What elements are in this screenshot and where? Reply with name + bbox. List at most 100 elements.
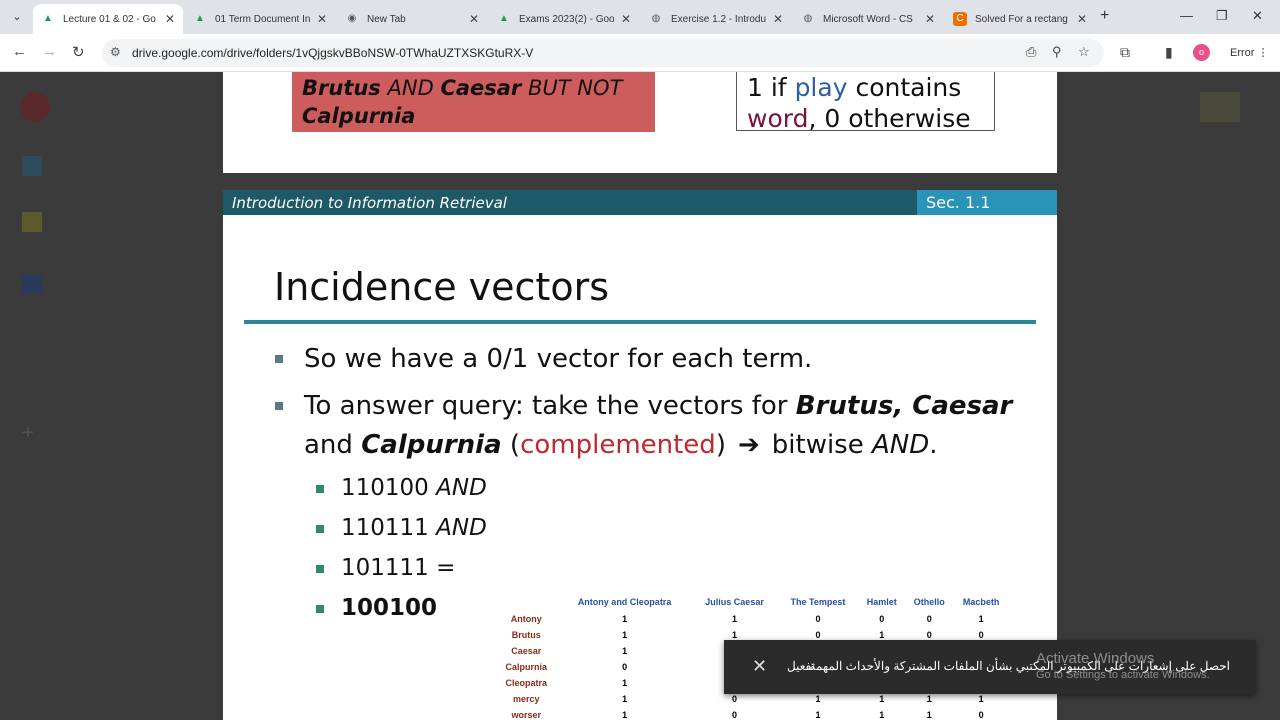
tab-strip: ⌄ ▲ Lecture 01 & 02 - Go ✕ ▲ 01 Term Documen…	[0, 0, 1280, 34]
plus-icon: +	[22, 422, 34, 444]
install-app-icon[interactable]: ⎙	[1026, 44, 1036, 60]
matrix-header-cell	[495, 593, 558, 611]
tab-close-icon[interactable]: ✕	[773, 12, 783, 26]
error-button[interactable]: Error ⋮	[1222, 42, 1277, 64]
course-title: Introduction to Information Retrieval	[232, 194, 507, 212]
browser-tab[interactable]: ▲ Exams 2023(2) - Goo ✕	[489, 4, 639, 34]
query-term-caesar: Caesar	[440, 76, 522, 100]
watermark-title: Activate Windows	[1036, 650, 1155, 667]
slide-header: Introduction to Information Retrieval Se…	[223, 190, 1057, 215]
globe-icon: ◍	[651, 13, 661, 24]
browser-tab[interactable]: ◍ Microsoft Word - CS ✕	[793, 4, 943, 34]
browser-tab[interactable]: ▲ 01 Term Document In ✕	[185, 4, 335, 34]
sub-bullet: 101111 =	[316, 555, 455, 581]
bit-operator: AND	[436, 515, 487, 541]
sub-bullet: 110111 AND	[316, 515, 487, 541]
tab-title: 01 Term Document In	[215, 13, 311, 25]
sub-bullet-result: 100100	[316, 595, 437, 621]
extensions-icon[interactable]: ⧉	[1120, 44, 1130, 61]
browser-tab[interactable]: ▲ Lecture 01 & 02 - Go ✕	[33, 4, 183, 34]
minimize-icon[interactable]: —	[1180, 8, 1193, 23]
matrix-cell: 0	[622, 662, 628, 672]
matrix-header-cell: Julius Caesar	[705, 597, 764, 607]
site-info-icon[interactable]: ⚙	[110, 45, 121, 59]
bullet-terms: Brutus, Caesar	[795, 391, 1013, 421]
query-operator-but-not: BUT NOT	[527, 76, 623, 100]
tab-title: Exams 2023(2) - Goo	[519, 13, 615, 25]
query-term-brutus: Brutus	[302, 76, 381, 100]
restore-icon[interactable]: ❐	[1216, 8, 1228, 24]
tab-title: New Tab	[367, 13, 406, 25]
close-window-icon[interactable]: ✕	[1252, 8, 1263, 24]
activate-windows-watermark: Activate Windows Go to Settings to activ…	[1036, 650, 1210, 681]
sub-bullet-icon	[316, 605, 324, 613]
matrix-cell: 1	[815, 710, 821, 720]
matrix-term: Brutus	[511, 630, 541, 640]
arrow-icon: ➔	[737, 430, 760, 460]
app-icon	[22, 212, 42, 232]
matrix-cell: 0	[732, 710, 738, 720]
bullet-text: )	[715, 430, 726, 460]
bullet-text: To answer query: take the vectors for	[304, 391, 796, 421]
tab-search-icon[interactable]: ⌄	[6, 6, 28, 28]
browser-tab[interactable]: ◍ Exercise 1.2 - Introdu ✕	[641, 4, 791, 34]
avatar	[20, 92, 50, 122]
google-drive-icon: ▲	[43, 13, 53, 24]
matrix-term: Cleopatra	[505, 678, 548, 688]
previous-slide: Brutus AND Caesar BUT NOT Calpurnia 1 if…	[223, 72, 1057, 173]
matrix-row: worser 1 0 1 1 1 0	[495, 707, 1009, 720]
bullet-list: So we have a 0/1 vector for each term. T…	[275, 340, 1015, 473]
side-panel-icon[interactable]: ▮	[1165, 44, 1173, 61]
definition-box: 1 if play contains word, 0 otherwise	[736, 72, 995, 133]
tab-close-icon[interactable]: ✕	[925, 12, 935, 26]
matrix-header-cell: The Tempest	[790, 597, 846, 607]
tab-close-icon[interactable]: ✕	[469, 12, 479, 26]
result-vector: 100100	[341, 595, 438, 621]
bullet-text: bitwise	[771, 430, 872, 460]
new-tab-button[interactable]: +	[1100, 7, 1109, 25]
matrix-header-cell: Antony and Cleopatra	[577, 597, 672, 607]
drive-logo-icon	[1200, 92, 1240, 122]
tab-close-icon[interactable]: ✕	[1077, 12, 1087, 26]
matrix-term: worser	[511, 710, 542, 720]
query-operator-and: AND	[387, 76, 434, 100]
browser-tab[interactable]: C Solved For a rectang ✕	[945, 4, 1095, 34]
reload-icon[interactable]: ↻	[72, 43, 85, 61]
bullet-text: .	[929, 430, 938, 460]
bullet-term-calpurnia: Calpurnia	[361, 430, 502, 460]
browser-tab[interactable]: ◉ New Tab ✕	[337, 4, 487, 34]
close-icon[interactable]: ✕	[752, 656, 767, 677]
bullet-and: AND	[871, 430, 930, 460]
section-number: Sec. 1.1	[917, 190, 1057, 215]
matrix-cell: 1	[622, 630, 628, 640]
sub-bullet-icon	[316, 525, 324, 533]
matrix-cell: 1	[732, 614, 738, 624]
tab-close-icon[interactable]: ✕	[621, 12, 631, 26]
bit-operator: AND	[436, 475, 487, 501]
slide-title: Incidence vectors	[274, 265, 610, 309]
back-icon[interactable]: ←	[12, 43, 27, 60]
address-bar[interactable]: ⚙ drive.google.com/drive/folders/1vQjgsk…	[102, 39, 1104, 67]
matrix-cell: 1	[879, 710, 885, 720]
bit-vector: 110100	[341, 475, 429, 501]
query-term-calpurnia: Calpurnia	[302, 104, 416, 128]
url-text[interactable]: drive.google.com/drive/folders/1vQjgskvB…	[132, 46, 533, 60]
bullet-text: and	[304, 430, 362, 460]
matrix-cell: 1	[978, 614, 984, 624]
def-play: play	[794, 73, 848, 102]
zoom-icon[interactable]: ⚲	[1052, 44, 1062, 60]
bookmark-star-icon[interactable]: ☆	[1078, 44, 1090, 60]
bullet-icon	[275, 355, 283, 363]
globe-icon: ◍	[803, 13, 813, 24]
tab-close-icon[interactable]: ✕	[317, 12, 327, 26]
matrix-row: Antony 1 1 0 0 0 1	[495, 611, 1009, 627]
profile-avatar[interactable]: o	[1193, 44, 1210, 61]
forward-icon[interactable]: →	[42, 43, 57, 60]
matrix-term: Caesar	[511, 646, 542, 656]
matrix-term: Calpurnia	[505, 662, 548, 672]
matrix-cell: 1	[622, 646, 628, 656]
google-drive-icon: ▲	[499, 13, 509, 24]
matrix-cell: 1	[622, 678, 628, 688]
tab-close-icon[interactable]: ✕	[165, 12, 175, 26]
app-icon	[22, 274, 42, 294]
